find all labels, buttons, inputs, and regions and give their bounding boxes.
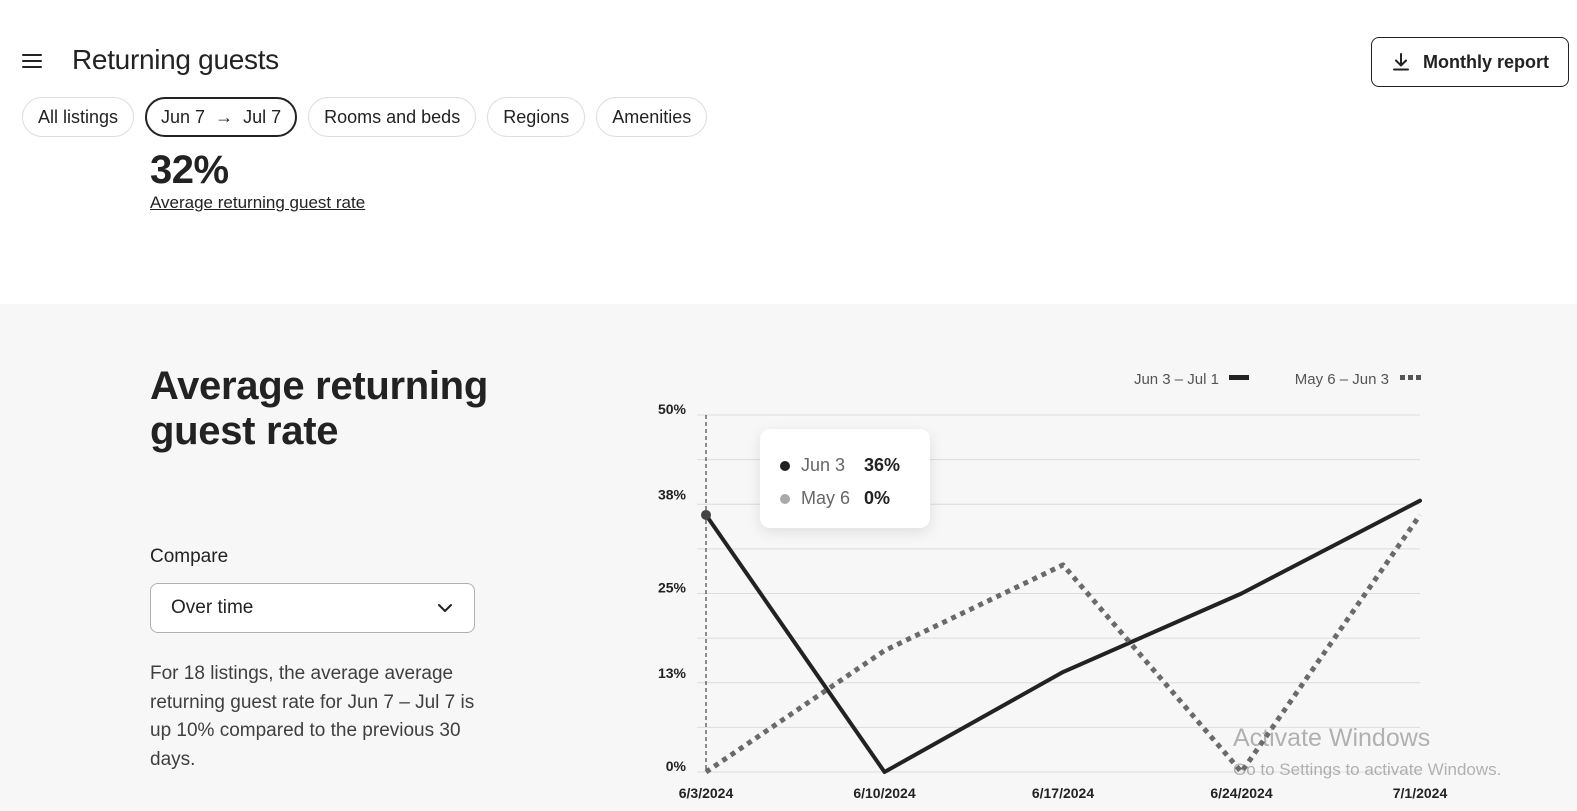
filter-bar: All listings Jun 7 → Jul 7 Rooms and bed…	[22, 97, 708, 137]
tooltip-date: Jun 3	[801, 455, 846, 475]
chevron-down-icon	[438, 604, 452, 612]
x-tick-label: 6/3/2024	[679, 785, 734, 801]
summary-text: For 18 listings, the average average ret…	[150, 663, 475, 770]
chart-tooltip: Jun 3 36% May 6 0%	[760, 429, 930, 528]
hover-point	[701, 509, 711, 520]
filter-regions[interactable]: Regions	[487, 97, 586, 137]
windows-watermark-title: Activate Windows	[1233, 724, 1431, 752]
compare-select-value: Over time	[171, 597, 254, 618]
tooltip-value: 36%	[864, 455, 901, 475]
compare-label: Compare	[150, 546, 229, 567]
filter-date-range[interactable]: Jun 7 → Jul 7	[145, 97, 298, 137]
tooltip-row-current: Jun 3 36%	[780, 449, 910, 482]
kpi-value: 32%	[150, 148, 229, 192]
tooltip-value: 0%	[864, 488, 891, 508]
monthly-report-button[interactable]: Monthly report	[1371, 37, 1569, 87]
x-tick-label: 6/10/2024	[853, 785, 915, 801]
x-tick-label: 7/1/2024	[1393, 785, 1448, 801]
legend-swatch-solid	[1229, 375, 1249, 380]
compare-select[interactable]: Over time	[150, 583, 475, 633]
filter-all-listings[interactable]: All listings	[22, 97, 135, 137]
tooltip-dot-current	[780, 460, 790, 471]
legend-label-previous: May 6 – Jun 3	[1295, 371, 1389, 388]
filter-amenities[interactable]: Amenities	[596, 97, 708, 137]
menu-icon[interactable]	[20, 50, 44, 74]
monthly-report-label: Monthly report	[1423, 51, 1549, 72]
section-title: Average returning guest rate	[150, 364, 488, 453]
page-title: Returning guests	[72, 44, 279, 75]
y-tick-label: 13%	[658, 665, 687, 681]
x-tick-label: 6/17/2024	[1032, 785, 1094, 801]
tooltip-dot-previous	[780, 493, 790, 504]
date-start: Jun 7	[161, 106, 206, 127]
download-icon	[1393, 53, 1409, 71]
y-tick-label: 50%	[658, 401, 687, 417]
kpi-label-link[interactable]: Average returning guest rate	[150, 193, 365, 213]
y-tick-label: 0%	[666, 758, 687, 774]
tooltip-row-previous: May 6 0%	[780, 482, 910, 515]
x-tick-label: 6/24/2024	[1210, 785, 1272, 801]
date-end: Jul 7	[243, 106, 282, 127]
y-tick-label: 38%	[658, 487, 687, 503]
legend-label-current: Jun 3 – Jul 1	[1134, 371, 1219, 388]
filter-rooms-and-beds[interactable]: Rooms and beds	[308, 97, 477, 137]
tooltip-date: May 6	[801, 488, 851, 508]
windows-watermark-subtitle: Go to Settings to activate Windows.	[1233, 760, 1502, 779]
y-tick-label: 25%	[658, 580, 687, 596]
arrow-right-icon: →	[215, 106, 234, 127]
